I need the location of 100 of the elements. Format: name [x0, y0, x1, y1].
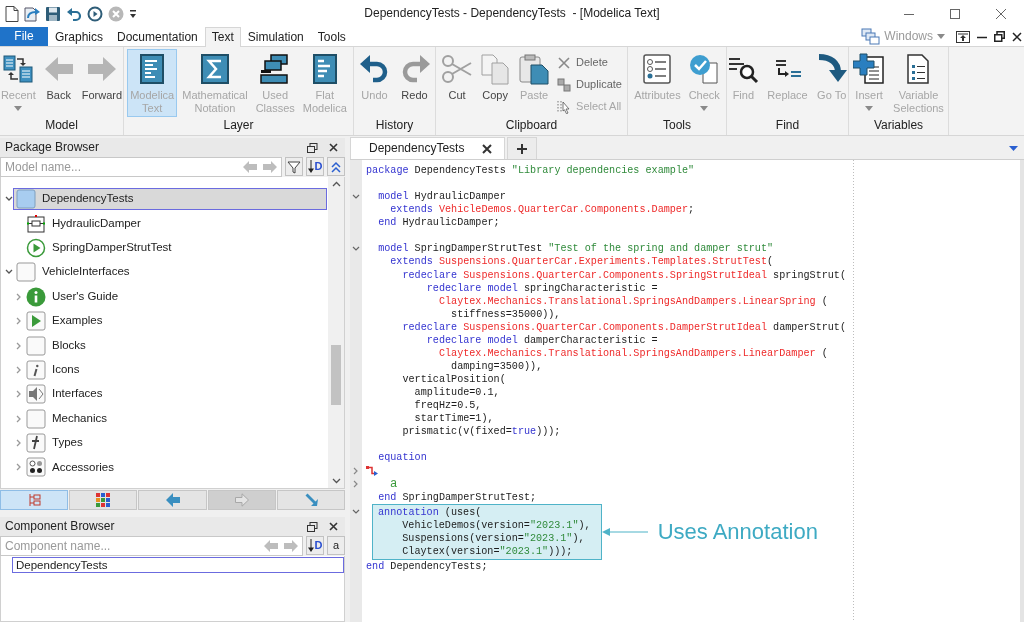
down-arrow-icon	[307, 539, 314, 552]
chevron-down-icon[interactable]	[331, 478, 341, 484]
package-icon	[26, 335, 46, 356]
code-line: prismatic(v(fixed=true)));	[402, 425, 561, 439]
code-line: verticalPosition(	[402, 373, 506, 387]
view-button[interactable]	[276, 490, 345, 510]
chevron-right-icon[interactable]	[15, 365, 22, 374]
filter-button[interactable]	[285, 157, 303, 176]
close-icon[interactable]	[1012, 31, 1022, 42]
view-button[interactable]	[138, 490, 207, 510]
vertical-scrollbar[interactable]	[328, 177, 344, 488]
restore-icon[interactable]	[994, 31, 1005, 42]
double-chevron-icon	[331, 160, 341, 173]
file-menu-tab[interactable]: File	[0, 27, 48, 46]
sigma-icon	[198, 53, 231, 85]
panel-title: Package Browser	[5, 140, 100, 155]
undo-icon[interactable]	[66, 5, 82, 22]
duplicate-button[interactable]: Duplicate	[555, 74, 624, 96]
dropdown-icon[interactable]	[129, 7, 137, 20]
ribbon-tab[interactable]: Graphics	[48, 27, 111, 46]
float-icon[interactable]	[956, 30, 970, 43]
chevron-down-icon[interactable]	[352, 193, 360, 200]
forward-button[interactable]: Forward	[78, 49, 126, 117]
tree-item[interactable]: Mechanics	[23, 407, 327, 430]
code-line: redeclare Suspensions.QuarterCar.Components.SpringStrutIdeal springStrut(	[402, 268, 847, 282]
play-icon	[26, 311, 46, 332]
redo-button[interactable]: Redo	[395, 49, 434, 117]
chevron-right-icon[interactable]	[15, 439, 22, 448]
tree-item[interactable]: Icons	[23, 358, 327, 381]
tree-item[interactable]: SpringDamperStrutTest	[23, 236, 327, 259]
tree-item[interactable]: Interfaces	[23, 383, 327, 406]
duplicate-icon	[557, 78, 572, 92]
tree-item[interactable]: Blocks	[23, 334, 327, 357]
sort-button[interactable]: D	[306, 157, 324, 176]
tree-item[interactable]: Examples	[23, 310, 327, 333]
chevron-right-icon[interactable]	[353, 466, 359, 475]
cut-button[interactable]: Cut	[439, 49, 476, 117]
float-icon[interactable]	[307, 142, 318, 153]
document-arrow-icon[interactable]	[24, 5, 40, 22]
tree-item[interactable]: Types	[23, 432, 327, 455]
group-label: Layer	[222, 118, 255, 134]
tree-item[interactable]: User's Guide	[23, 285, 327, 308]
chevron-down-icon[interactable]	[352, 509, 360, 516]
chevron-right-icon[interactable]	[353, 480, 359, 489]
tree-item[interactable]: HydraulicDamper	[23, 212, 327, 235]
chevron-right-icon[interactable]	[15, 463, 22, 472]
group-label: Model	[44, 118, 79, 134]
sort-button[interactable]: D	[306, 536, 324, 555]
code-line: freqHz=0.5,	[414, 399, 482, 413]
ribbon-tab[interactable]: Text	[204, 27, 241, 47]
save-icon[interactable]	[45, 5, 61, 22]
tree-item[interactable]: DependencyTests	[13, 188, 327, 211]
copy-button[interactable]: Copy	[477, 49, 514, 117]
caret-icon	[937, 34, 945, 39]
ribbon-tab[interactable]: Documentation	[110, 27, 205, 46]
float-icon[interactable]	[307, 521, 318, 532]
check-icon	[689, 53, 720, 85]
close-icon	[996, 8, 1006, 19]
toolbar-button[interactable]: a	[327, 536, 345, 555]
chevron-right-icon[interactable]	[15, 414, 22, 423]
chevron-right-icon[interactable]	[15, 317, 22, 326]
code-line: model HydraulicDamper	[378, 190, 506, 204]
chevron-up-icon[interactable]	[331, 181, 341, 187]
tree-item[interactable]: VehicleInterfaces	[13, 261, 327, 284]
chevron-right-icon[interactable]	[15, 390, 22, 399]
ribbon-tab[interactable]: Tools	[310, 27, 353, 46]
panel-title: Component Browser	[5, 519, 115, 534]
code-line: amplitude=0.1,	[414, 386, 500, 400]
close-icon[interactable]	[329, 143, 338, 152]
chevron-right-icon[interactable]	[15, 292, 22, 301]
chevron-down-icon[interactable]	[4, 196, 13, 203]
chevron-down-icon[interactable]	[4, 269, 13, 276]
component-item[interactable]: DependencyTests	[12, 557, 344, 573]
paste-icon	[518, 53, 551, 85]
code-line: Claytex.Mechanics.Translational.SpringsAndDampers.LinearSpring (	[438, 294, 828, 308]
tree-item[interactable]: Accessories	[23, 456, 327, 479]
delete-button[interactable]: Delete	[555, 52, 624, 74]
new-document-icon[interactable]	[5, 5, 19, 22]
code-line: model SpringDamperStrutTest "Test of the spring and damper strut"	[378, 242, 774, 256]
chevron-right-icon[interactable]	[15, 341, 22, 350]
close-icon[interactable]	[329, 522, 338, 531]
chevron-down-icon[interactable]	[352, 245, 360, 252]
view-button[interactable]	[69, 490, 138, 510]
code-line: Suspensions(version="2023.1"),	[402, 531, 585, 545]
new-tab-button[interactable]	[507, 137, 538, 159]
code-line: end SpringDamperStrutTest;	[378, 490, 537, 504]
code-line: Claytex(version="2023.1")));	[402, 544, 573, 558]
ribbon-tab[interactable]: Simulation	[240, 27, 311, 46]
scissors-icon	[442, 53, 473, 85]
editor-tab[interactable]: DependencyTests	[350, 137, 506, 159]
speaker-icon	[26, 384, 46, 405]
collapse-button[interactable]	[327, 157, 345, 176]
scrollbar-thumb[interactable]	[331, 345, 341, 405]
code-line: a	[390, 477, 397, 492]
close-icon[interactable]	[482, 143, 493, 154]
copy-icon	[480, 53, 511, 85]
back-button[interactable]: Back	[40, 49, 77, 117]
play-circle-icon[interactable]	[87, 5, 103, 22]
caret-icon[interactable]	[1009, 146, 1018, 151]
filter-icon	[287, 159, 301, 174]
